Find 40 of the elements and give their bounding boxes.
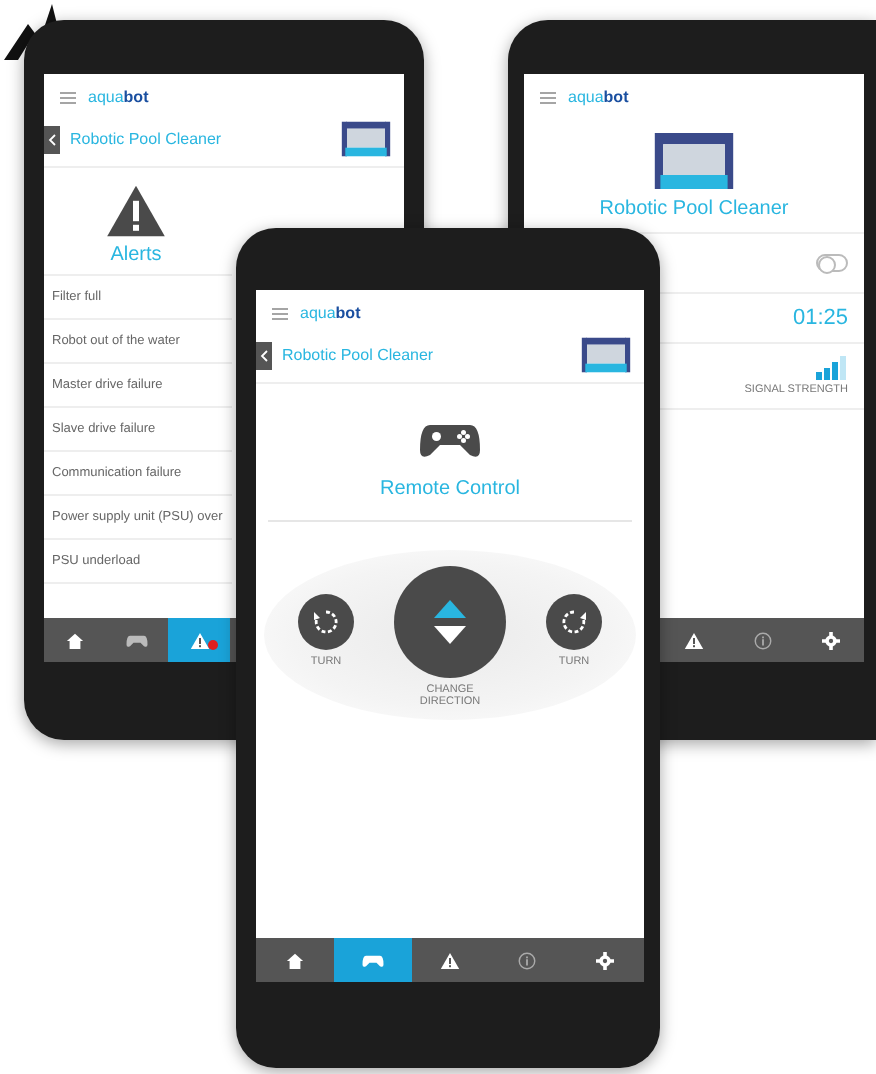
back-button[interactable]: [44, 125, 60, 153]
info-icon: [518, 951, 537, 969]
signal-bars-icon: [816, 356, 848, 380]
gamepad-icon: [126, 633, 148, 647]
power-toggle[interactable]: [816, 254, 848, 272]
app-logo: aquabot: [300, 304, 361, 322]
info-icon: [753, 631, 771, 649]
time-value: 01:25: [792, 306, 848, 330]
settings-icon: [821, 631, 839, 649]
turn-right-button[interactable]: [546, 594, 602, 650]
gamepad-icon: [420, 420, 480, 460]
tab-bar-item[interactable]: [168, 618, 230, 662]
warning-icon: [106, 184, 166, 238]
rotate-right-icon: [560, 608, 588, 636]
home-icon: [66, 631, 84, 649]
settings-icon: [596, 951, 615, 969]
chevron-left-icon: [48, 133, 56, 145]
home-icon: [285, 951, 304, 969]
section-heading: Alerts: [110, 244, 162, 266]
up-down-arrows-icon: [432, 598, 468, 646]
robot-cleaner-icon: [652, 130, 736, 192]
app-logo: aquabot: [88, 88, 149, 106]
gamepad-icon: [361, 953, 384, 967]
turn-left-button[interactable]: [298, 594, 354, 650]
device-title: Robotic Pool Cleaner: [70, 130, 224, 148]
chevron-left-icon: [260, 349, 268, 361]
device-title: Robotic Pool Cleaner: [599, 198, 789, 220]
robot-cleaner-icon: [580, 336, 632, 374]
device-title: Robotic Pool Cleaner: [282, 346, 436, 364]
rotate-left-icon: [312, 608, 340, 636]
warning-icon: [189, 631, 209, 649]
section-heading: Remote Control: [379, 478, 521, 500]
warning-icon: [439, 951, 460, 969]
menu-icon: [540, 91, 556, 103]
menu-icon: [60, 91, 76, 103]
warning-icon: [684, 631, 704, 649]
app-logo: aquabot: [568, 88, 629, 106]
back-button[interactable]: [256, 341, 272, 369]
robot-cleaner-icon: [340, 120, 392, 158]
menu-icon: [272, 307, 288, 319]
